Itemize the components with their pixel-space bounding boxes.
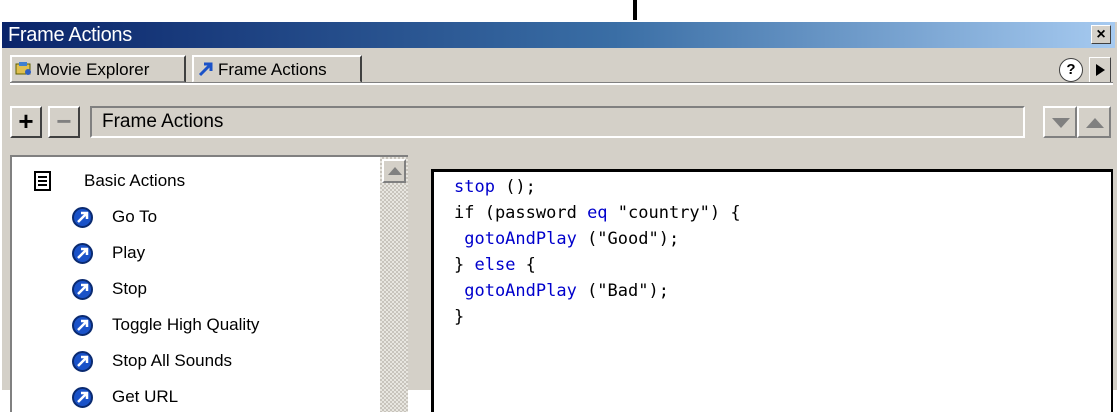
- actions-toolbar: + − Frame Actions: [10, 106, 1113, 142]
- movie-explorer-icon: [15, 62, 31, 75]
- action-arrow-icon: [72, 351, 93, 372]
- book-icon: [34, 171, 51, 191]
- action-arrow-icon: [72, 207, 93, 228]
- action-arrow-icon: [72, 387, 93, 408]
- frame-actions-icon: [198, 62, 213, 77]
- toolbox-item-stop-all-sounds[interactable]: Stop All Sounds: [12, 343, 380, 379]
- toolbox-item-go-to[interactable]: Go To: [12, 199, 380, 235]
- frame-name-label: Frame Actions: [102, 111, 224, 132]
- action-label: Go To: [112, 207, 158, 226]
- action-label: Stop All Sounds: [112, 351, 233, 370]
- code-line[interactable]: gotoAndPlay ("Bad");: [454, 278, 669, 304]
- action-label: Stop: [112, 279, 147, 298]
- arrow-down-icon: [1052, 118, 1070, 128]
- minus-icon: −: [56, 106, 72, 136]
- arrow-up-icon: [1086, 118, 1104, 128]
- toolbox-scrollbar[interactable]: [380, 157, 408, 412]
- tab-label: Frame Actions: [218, 60, 327, 79]
- frame-actions-window: Frame Actions × Movie Explorer Frame Act…: [0, 20, 1117, 412]
- code-text: }: [454, 255, 475, 275]
- code-text: ("Bad");: [576, 281, 669, 301]
- code-text: {: [515, 255, 536, 275]
- code-keyword: else: [474, 255, 516, 275]
- help-icon: ?: [1066, 61, 1076, 78]
- code-line[interactable]: if (password eq "country") {: [454, 200, 741, 226]
- action-arrow-icon: [72, 243, 93, 264]
- code-text: if (password: [454, 203, 588, 223]
- title-bar[interactable]: Frame Actions ×: [2, 22, 1115, 48]
- action-label: Get URL: [112, 387, 179, 406]
- code-keyword: gotoAndPlay: [454, 229, 577, 249]
- window-title: Frame Actions: [8, 24, 132, 46]
- scroll-up-button[interactable]: [382, 159, 406, 183]
- frame-name-field: Frame Actions: [90, 106, 1025, 138]
- tab-frame-actions[interactable]: Frame Actions: [192, 55, 362, 83]
- panel-menu-button[interactable]: [1089, 57, 1111, 83]
- toolbox-item-stop[interactable]: Stop: [12, 271, 380, 307]
- actions-toolbox: Basic Actions Go To Play Stop Toggle Hig…: [10, 155, 408, 412]
- code-text: "country") {: [607, 203, 741, 223]
- action-label: Toggle High Quality: [112, 315, 260, 334]
- code-line[interactable]: gotoAndPlay ("Good");: [454, 226, 679, 252]
- action-label: Play: [112, 243, 146, 262]
- action-arrow-icon: [72, 279, 93, 300]
- code-text: }: [454, 307, 465, 327]
- code-text: ();: [505, 177, 536, 197]
- move-up-button[interactable]: [1077, 106, 1111, 138]
- help-button[interactable]: ?: [1059, 58, 1083, 82]
- code-line[interactable]: }: [454, 304, 464, 330]
- toolbox-item-play[interactable]: Play: [12, 235, 380, 271]
- toolbox-item-get-url[interactable]: Get URL: [12, 379, 380, 412]
- action-arrow-icon: [72, 315, 93, 336]
- plus-icon: +: [18, 106, 34, 136]
- toolbox-item-toggle-high-quality[interactable]: Toggle High Quality: [12, 307, 380, 343]
- move-down-button[interactable]: [1043, 106, 1077, 138]
- code-keyword: gotoAndPlay: [454, 281, 577, 301]
- code-line[interactable]: stop ();: [454, 174, 536, 200]
- tab-label: Movie Explorer: [36, 60, 150, 79]
- close-button[interactable]: ×: [1091, 25, 1111, 44]
- code-keyword: eq: [587, 203, 608, 223]
- close-icon: ×: [1096, 26, 1106, 43]
- remove-action-button[interactable]: −: [48, 106, 80, 138]
- panel-tabs: Movie Explorer Frame Actions ?: [10, 55, 1113, 83]
- tab-divider: [10, 82, 1113, 85]
- category-label: Basic Actions: [84, 171, 186, 190]
- category-basic-actions[interactable]: Basic Actions: [12, 163, 380, 199]
- code-keyword: stop: [454, 177, 506, 197]
- code-text: ("Good");: [576, 229, 680, 249]
- tab-movie-explorer[interactable]: Movie Explorer: [10, 55, 186, 83]
- code-line[interactable]: } else {: [454, 252, 536, 278]
- add-action-button[interactable]: +: [10, 106, 42, 138]
- script-editor[interactable]: stop (); if (password eq "country") { got…: [431, 169, 1113, 412]
